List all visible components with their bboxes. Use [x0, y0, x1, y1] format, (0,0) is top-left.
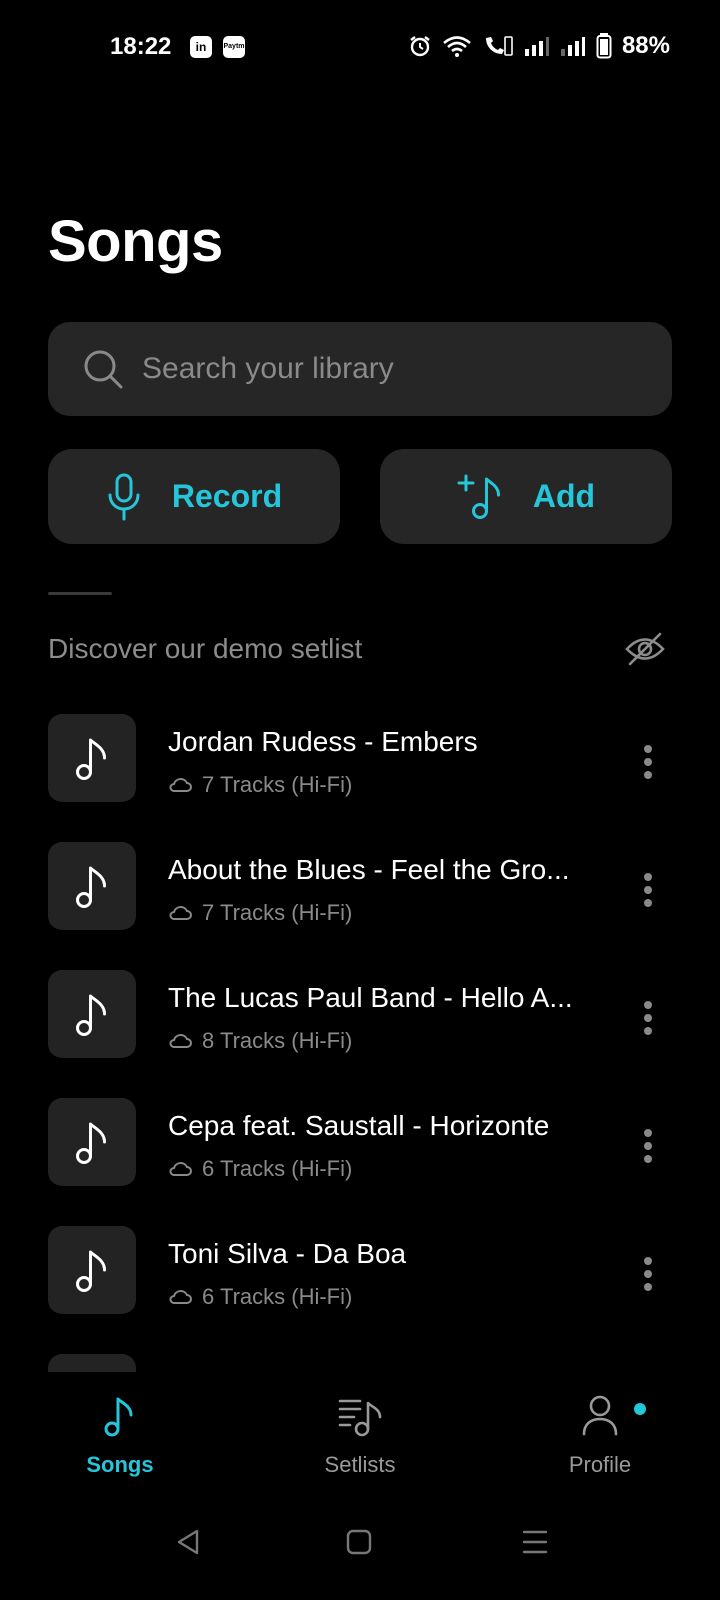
search-bar[interactable] — [48, 322, 672, 416]
song-thumbnail — [48, 1226, 136, 1314]
more-vert-icon — [644, 1001, 652, 1035]
battery-percent: 88% — [621, 32, 670, 59]
music-note-icon — [76, 994, 106, 1036]
nav-profile[interactable]: Profile — [520, 1394, 680, 1478]
song-meta: 7 Tracks (Hi-Fi) — [168, 772, 352, 798]
search-input[interactable] — [142, 352, 642, 386]
more-vert-icon — [644, 1129, 652, 1163]
song-meta: 8 Tracks (Hi-Fi) — [168, 1028, 352, 1054]
nav-profile-label: Profile — [568, 1452, 632, 1477]
song-meta: 6 Tracks (Hi-Fi) — [168, 1284, 352, 1310]
more-vert-icon — [644, 1257, 652, 1291]
song-title: Jordan Rudess - Embers — [168, 726, 478, 757]
song-subtitle: 7 Tracks (Hi-Fi) — [202, 772, 353, 797]
status-time: 18:22 — [110, 33, 172, 60]
song-subtitle: 6 Tracks (Hi-Fi) — [202, 1284, 353, 1309]
section-divider — [48, 592, 112, 595]
search-icon — [84, 350, 123, 389]
linkedin-icon: in — [190, 36, 212, 58]
wifi-calling-icon — [485, 36, 513, 56]
song-title: The Lucas Paul Band - Hello A... — [168, 982, 573, 1013]
cloud-icon — [169, 1034, 192, 1048]
record-label: Record — [171, 478, 283, 514]
song-meta: 6 Tracks (Hi-Fi) — [168, 1156, 352, 1182]
signal-icon-1 — [524, 37, 549, 56]
song-thumbnail — [48, 714, 136, 802]
status-bar: 18:22 in Paytm 88% — [0, 0, 720, 96]
home-icon[interactable] — [346, 1528, 372, 1556]
song-row[interactable]: The Lucas Paul Band - Hello A... 8 Track… — [0, 970, 720, 1060]
cloud-icon — [169, 1290, 192, 1304]
song-row[interactable]: Toni Silva - Da Boa 6 Tracks (Hi-Fi) — [0, 1226, 720, 1316]
record-button[interactable]: Record — [48, 449, 340, 544]
wifi-icon — [443, 36, 471, 57]
song-meta: 7 Tracks (Hi-Fi) — [168, 900, 352, 926]
bottom-navigation: Songs Setlists Profile — [0, 1372, 720, 1492]
more-options-button[interactable] — [630, 1126, 666, 1166]
nav-songs[interactable]: Songs — [40, 1394, 200, 1478]
music-note-icon — [76, 738, 106, 780]
song-subtitle: 8 Tracks (Hi-Fi) — [202, 1028, 353, 1053]
system-navigation — [0, 1500, 720, 1600]
song-row[interactable]: Jordan Rudess - Embers 7 Tracks (Hi-Fi) — [0, 714, 720, 804]
music-note-icon — [76, 1122, 106, 1164]
status-icons: 88% — [408, 32, 670, 60]
song-list: Jordan Rudess - Embers 7 Tracks (Hi-Fi) … — [0, 714, 720, 1372]
nav-setlists-label: Setlists — [324, 1452, 396, 1477]
nav-songs-label: Songs — [86, 1452, 154, 1477]
more-options-button[interactable] — [630, 998, 666, 1038]
song-subtitle: 7 Tracks (Hi-Fi) — [202, 900, 353, 925]
page-title: Songs — [48, 209, 223, 274]
more-options-button[interactable] — [630, 870, 666, 910]
song-row-partial[interactable] — [0, 1354, 720, 1372]
song-row[interactable]: About the Blues - Feel the Gro... 7 Trac… — [0, 842, 720, 932]
song-subtitle: 6 Tracks (Hi-Fi) — [202, 1156, 353, 1181]
eye-off-icon[interactable] — [624, 632, 666, 666]
song-thumbnail — [48, 970, 136, 1058]
song-title: Toni Silva - Da Boa — [168, 1238, 407, 1269]
more-vert-icon — [644, 745, 652, 779]
signal-icon-2 — [560, 37, 585, 56]
person-icon — [582, 1395, 618, 1436]
cloud-icon — [169, 906, 192, 920]
more-options-button[interactable] — [630, 1254, 666, 1294]
cloud-icon — [169, 778, 192, 792]
song-thumbnail — [48, 1354, 136, 1372]
song-thumbnail — [48, 842, 136, 930]
music-note-icon — [104, 1397, 133, 1437]
battery-icon — [596, 33, 612, 59]
song-title: Cepa feat. Saustall - Horizonte — [168, 1110, 550, 1141]
song-thumbnail — [48, 1098, 136, 1186]
cloud-icon — [169, 1162, 192, 1176]
section-title: Discover our demo setlist — [48, 633, 363, 664]
song-row[interactable]: Cepa feat. Saustall - Horizonte 6 Tracks… — [0, 1098, 720, 1188]
alarm-icon — [410, 36, 430, 57]
add-label: Add — [532, 478, 596, 514]
music-note-icon — [76, 1250, 106, 1292]
add-button[interactable]: Add — [380, 449, 672, 544]
music-note-icon — [76, 866, 106, 908]
more-vert-icon — [644, 873, 652, 907]
playlist-icon — [338, 1399, 382, 1437]
notification-dot — [634, 1403, 646, 1415]
back-icon[interactable] — [175, 1528, 201, 1556]
paytm-icon: Paytm — [223, 36, 245, 58]
more-options-button[interactable] — [630, 742, 666, 782]
nav-setlists[interactable]: Setlists — [280, 1394, 440, 1478]
microphone-icon — [108, 473, 140, 520]
recents-icon[interactable] — [522, 1528, 548, 1556]
add-music-icon — [457, 474, 500, 519]
song-title: About the Blues - Feel the Gro... — [168, 854, 570, 885]
